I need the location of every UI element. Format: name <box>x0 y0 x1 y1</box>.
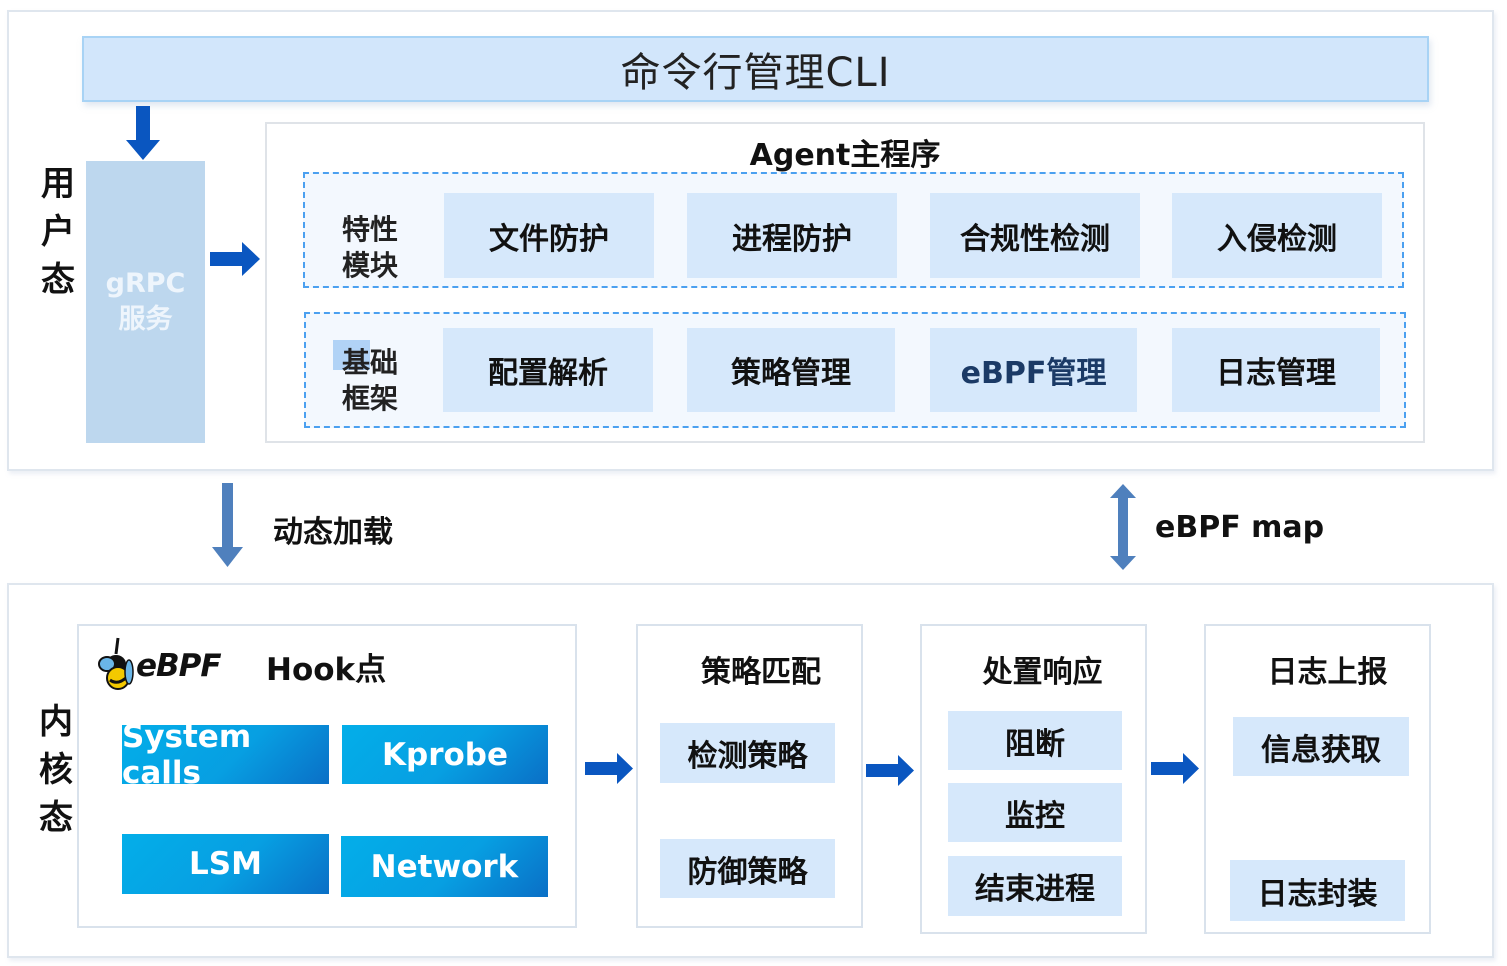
module-policy-management: 策略管理 <box>687 328 895 412</box>
hook-system-calls: System calls <box>122 719 329 791</box>
item-label: 阻断 <box>1005 726 1065 762</box>
module-label: 入侵检测 <box>1217 221 1337 257</box>
kernel-space-char: 内 <box>39 702 73 742</box>
module-ebpf-management: eBPF管理 <box>930 328 1137 412</box>
arrow-right-icon <box>1151 753 1199 784</box>
module-label: 策略管理 <box>731 356 851 391</box>
log-report-title: 日志上报 <box>1267 655 1388 690</box>
item-label: 信息获取 <box>1261 732 1381 768</box>
grpc-sublabel: 服务 <box>118 304 173 335</box>
arrow-right-icon <box>585 753 633 784</box>
hook-network: Network <box>341 836 548 897</box>
kernel-space-label: 内 核 态 <box>34 698 78 842</box>
item-label: 防御策略 <box>687 854 808 890</box>
hook-lsm: LSM <box>122 834 329 894</box>
policy-match-title: 策略匹配 <box>701 655 821 690</box>
grpc-service: gRPC 服务 <box>86 161 205 443</box>
arrow-right-icon <box>210 242 260 276</box>
arrow-down-icon <box>126 106 160 160</box>
row-label-line: 基础 <box>342 346 399 379</box>
grpc-label: gRPC <box>105 268 186 299</box>
dynamic-load-label: 动态加载 <box>273 515 393 550</box>
cli-label: 命令行管理CLI <box>620 50 891 96</box>
user-space-label: 用 户 态 <box>36 160 80 304</box>
hook-label: System calls <box>122 718 252 791</box>
module-compliance-check: 合规性检测 <box>930 193 1140 278</box>
hook-label: LSM <box>189 846 262 882</box>
ebpf-logo-text: eBPF <box>136 648 222 684</box>
hook-title: Hook点 <box>266 652 387 688</box>
policy-detection: 检测策略 <box>660 723 835 783</box>
response-kill-process: 结束进程 <box>948 856 1122 916</box>
arrow-right-icon <box>866 755 914 786</box>
module-process-protection: 进程防护 <box>687 193 897 278</box>
item-label: 检测策略 <box>687 739 808 774</box>
module-config-parsing: 配置解析 <box>443 328 653 412</box>
item-label: 结束进程 <box>975 872 1095 907</box>
base-framework-label: 基础 框架 <box>342 345 398 417</box>
module-label: eBPF管理 <box>960 356 1107 391</box>
user-space-char: 户 <box>41 212 75 252</box>
log-info-collect: 信息获取 <box>1233 717 1409 776</box>
ebpf-map-label: eBPF map <box>1155 510 1325 545</box>
kernel-space-char: 态 <box>39 798 73 838</box>
module-file-protection: 文件防护 <box>444 193 654 278</box>
ebpf-bee-logo-icon <box>98 637 134 690</box>
response-title: 处置响应 <box>982 655 1103 690</box>
arrow-bidirectional-icon <box>1110 484 1136 570</box>
response-monitor: 监控 <box>948 783 1122 842</box>
kernel-space-char: 核 <box>39 750 73 790</box>
hook-label: Kprobe <box>381 736 508 773</box>
log-encapsulate: 日志封装 <box>1230 860 1405 921</box>
hook-label: Network <box>370 848 519 885</box>
row-label-line: 特性 <box>342 213 399 246</box>
cli-bar: 命令行管理CLI <box>82 36 1429 102</box>
item-label: 日志封装 <box>1257 876 1378 912</box>
feature-modules-label: 特性 模块 <box>342 212 398 284</box>
user-space-char: 用 <box>41 164 75 204</box>
module-label: 进程防护 <box>732 221 852 257</box>
module-label: 配置解析 <box>488 356 608 391</box>
module-log-management: 日志管理 <box>1172 328 1380 412</box>
module-label: 文件防护 <box>489 221 609 257</box>
policy-defense: 防御策略 <box>660 839 835 898</box>
agent-title: Agent主程序 <box>749 138 941 173</box>
module-label: 合规性检测 <box>960 221 1110 257</box>
hook-kprobe: Kprobe <box>342 725 548 784</box>
module-intrusion-detection: 入侵检测 <box>1172 193 1382 278</box>
row-label-line: 模块 <box>342 249 399 282</box>
module-label: 日志管理 <box>1216 356 1336 391</box>
item-label: 监控 <box>1005 798 1065 834</box>
row-label-line: 框架 <box>342 382 399 415</box>
response-block: 阻断 <box>948 711 1122 770</box>
arrow-down-load-icon <box>212 483 243 567</box>
user-space-char: 态 <box>41 260 75 300</box>
